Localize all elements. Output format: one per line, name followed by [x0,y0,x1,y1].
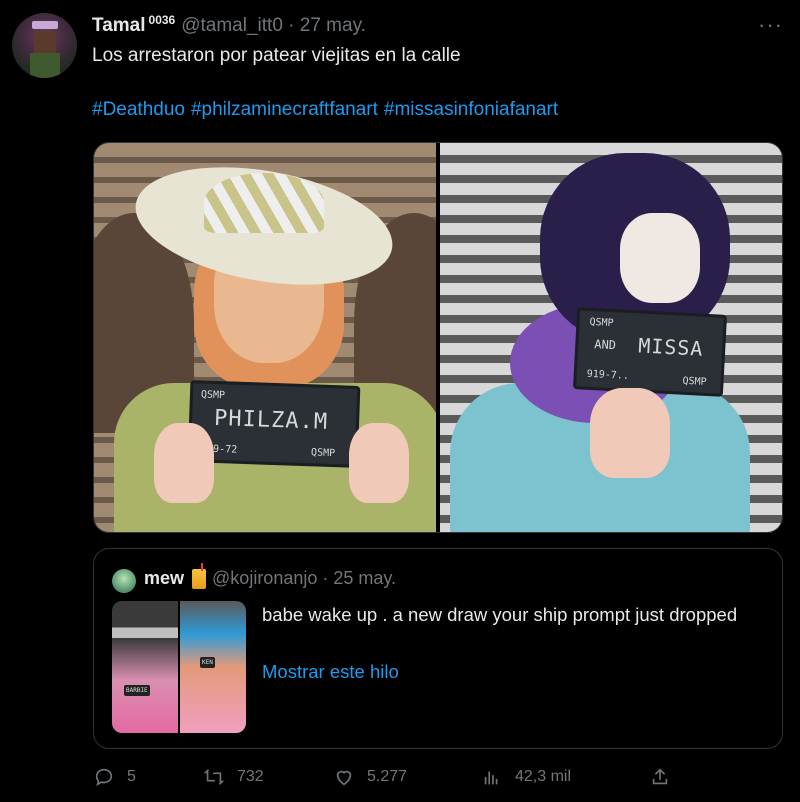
thumbnail-placard: KEN [200,657,215,668]
retweet-button[interactable]: 732 [203,766,264,788]
character-mask [620,213,700,303]
tweet-text: Los arrestaron por patear viejitas en la… [92,45,461,66]
like-count: 5.277 [367,768,408,785]
quoted-author-avatar[interactable] [112,569,136,593]
hand-decoration [154,423,214,503]
reply-count: 5 [127,768,136,785]
views-icon [484,771,498,785]
hashtag-link[interactable]: #philzaminecraftfanart [191,99,378,121]
thumbnail-placard: BARBIE [124,685,150,696]
like-button[interactable]: 5.277 [333,766,407,788]
like-icon [336,770,352,786]
bucket-hat-top [204,173,324,233]
tweet-actions: 5 732 5.277 42,3 mil [93,766,693,794]
placard-tag: QSMP [589,316,614,330]
mugshot-placard: QSMP AND MISSA 919-7.. QSMP [572,307,728,397]
placard-tag: QSMP [200,389,226,402]
show-thread-link[interactable]: Mostrar este hilo [262,661,399,683]
author-handle-date[interactable]: @tamal_itt0 · 27 may. [181,15,366,37]
tweet-header: Tamal 0036 @tamal_itt0 · 27 may. [92,13,366,38]
share-icon [652,768,668,785]
avatar-sign-decoration [32,21,58,29]
placard-tag: QSMP [310,447,336,460]
quoted-tweet[interactable]: mew @kojironanjo · 25 may. BARBIE KEN ba… [93,548,783,749]
quoted-tweet-text: babe wake up . a new draw your ship prom… [262,604,738,625]
quoted-author-handle-date[interactable]: @kojironanjo · 25 may. [212,568,396,589]
thumbnail-barbie: BARBIE [112,601,178,733]
quoted-tweet-header: mew @kojironanjo · 25 may. [144,562,396,589]
views-button[interactable]: 42,3 mil [481,766,571,788]
hand-decoration [590,388,670,478]
juice-emoji-icon [192,562,207,589]
media-image-missa[interactable]: QSMP AND MISSA 919-7.. QSMP [440,143,782,532]
placard-and: AND [593,337,617,353]
tweet-media: QSMP PHILZA.M 919-72 QSMP QSMP AND MISSA… [93,142,783,533]
placard-name: MISSA [637,333,705,361]
placard-name: PHILZA.M [213,405,329,435]
share-button[interactable] [649,766,683,788]
hand-decoration [349,423,409,503]
placard-number: 919-7.. [586,368,630,382]
author-name[interactable]: Tamal [92,15,146,37]
quoted-author-name[interactable]: mew [144,568,184,589]
avatar-head-decoration [34,31,56,53]
avatar-body-decoration [30,53,60,78]
views-count: 42,3 mil [515,768,572,785]
hashtag-link[interactable]: #Deathduo [92,99,185,121]
media-image-philza[interactable]: QSMP PHILZA.M 919-72 QSMP [94,143,436,532]
retweet-count: 732 [237,768,264,785]
hashtag-link[interactable]: #missasinfoniafanart [384,99,558,121]
more-icon[interactable]: ··· [758,12,783,38]
author-avatar[interactable] [12,13,77,78]
retweet-icon [203,769,225,785]
thumbnail-ken: KEN [180,601,246,733]
reply-button[interactable]: 5 [93,766,136,788]
reply-icon [95,768,113,787]
placard-tag: QSMP [682,375,707,388]
quoted-media-thumbnail[interactable]: BARBIE KEN [112,601,246,733]
hashtag-list: #Deathduo #philzaminecraftfanart #missas… [92,99,558,121]
author-name-suffix: 0036 [148,13,176,27]
